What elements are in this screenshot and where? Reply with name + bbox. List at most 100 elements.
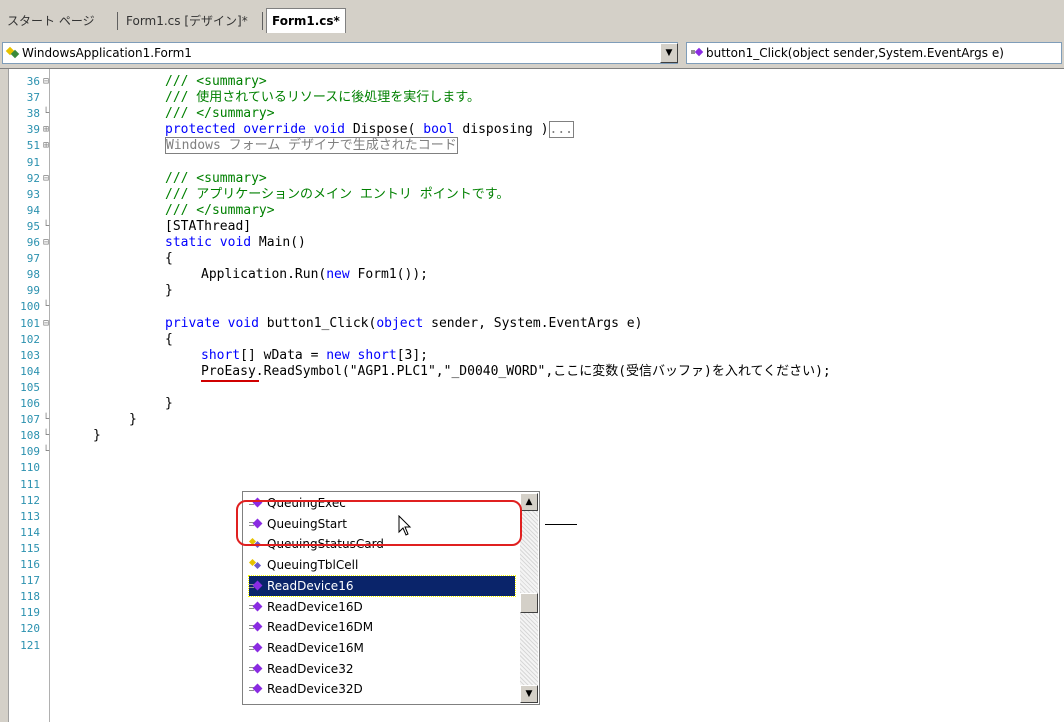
callout-line <box>545 524 577 525</box>
scroll-down-button[interactable]: ▼ <box>520 685 538 703</box>
code-token: } <box>165 396 173 411</box>
code-token: static void <box>165 235 252 250</box>
code-line[interactable]: protected override void Dispose( bool di… <box>165 121 575 139</box>
tab-form1-design[interactable]: Form1.cs [デザイン]* <box>121 10 253 32</box>
intellisense-item-label: ReadDevice32D <box>267 682 363 697</box>
code-line[interactable]: { <box>165 332 173 348</box>
intellisense-item-label: ReadDevice16M <box>267 640 364 655</box>
code-line[interactable]: } <box>93 428 101 444</box>
code-token: /// <summary> <box>165 170 267 186</box>
scroll-up-button[interactable]: ▲ <box>520 493 538 511</box>
outline-end-mark: └ <box>43 446 50 458</box>
outline-end-mark: └ <box>43 414 50 426</box>
intellisense-item[interactable]: ReadDevice16 <box>248 574 516 597</box>
collapse-icon[interactable]: ⊟ <box>43 316 49 332</box>
line-number: 110 <box>20 461 40 475</box>
code-token: /// <summary> <box>165 74 267 89</box>
collapsed-region[interactable]: Windows フォーム デザイナで生成されたコード <box>165 137 458 155</box>
line-number: 95 <box>26 219 40 233</box>
code-token: /// 使用されているリソースに後処理を実行します。 <box>165 90 480 106</box>
code-line[interactable]: } <box>129 412 137 428</box>
code-line[interactable]: Windows フォーム デザイナで生成されたコード <box>165 137 458 155</box>
method-icon <box>249 663 263 674</box>
code-line[interactable]: ProEasy.ReadSymbol("AGP1.PLC1","_D0040_W… <box>201 364 831 380</box>
intellisense-item[interactable]: ReadDevice16M <box>249 638 515 658</box>
intellisense-item[interactable]: QueuingTblCell <box>248 555 515 575</box>
code-token: } <box>165 283 173 299</box>
code-token: /// </summary> <box>165 106 275 122</box>
selection-margin <box>0 69 9 722</box>
expand-icon[interactable]: ⊞ <box>43 138 49 154</box>
collapse-icon[interactable]: ⊟ <box>43 235 49 251</box>
code-token: new short <box>326 347 397 363</box>
code-line[interactable]: /// </summary> <box>165 203 275 219</box>
intellisense-item[interactable]: ReadDevice32 <box>249 659 515 679</box>
code-token: /// アプリケーションのメイン エントリ ポイントです。 <box>165 186 510 202</box>
code-token: Application.Run( <box>201 267 327 283</box>
class-selector-dropdown-button[interactable]: ▼ <box>660 43 678 63</box>
intellisense-item-label: ReadDevice16DM <box>267 620 374 635</box>
code-token: { <box>165 251 173 267</box>
method-icon <box>249 601 263 612</box>
code-line[interactable]: } <box>165 283 173 299</box>
line-number: 104 <box>20 364 40 378</box>
line-number: 109 <box>20 445 40 459</box>
intellisense-item[interactable]: ReadDevice16D <box>249 597 515 617</box>
code-token: [STAThread] <box>165 218 252 234</box>
collapsed-block[interactable]: ... <box>548 121 575 139</box>
code-token: [3]; <box>396 347 428 363</box>
collapse-icon[interactable]: ⊟ <box>43 171 49 187</box>
code-line[interactable]: /// <summary> <box>165 74 267 90</box>
property-icon <box>248 559 263 570</box>
code-line[interactable]: private void button1_Click(object sender… <box>165 316 642 332</box>
line-number: 118 <box>20 590 40 604</box>
code-token: protected override void <box>165 122 346 138</box>
code-line[interactable]: } <box>165 396 173 412</box>
line-number: 107 <box>20 413 40 427</box>
code-token: } <box>129 412 137 428</box>
tab-start-page[interactable]: スタート ページ <box>2 10 100 32</box>
class-selector[interactable]: WindowsApplication1.Form1 <box>2 42 678 64</box>
code-line[interactable]: /// 使用されているリソースに後処理を実行します。 <box>165 90 480 106</box>
line-number: 91 <box>26 155 40 169</box>
intellisense-scrollbar[interactable]: ▲ ▼ <box>520 493 538 703</box>
code-line[interactable]: { <box>165 251 173 267</box>
code-line[interactable]: Application.Run(new Form1()); <box>201 267 428 283</box>
code-line[interactable]: /// <summary> <box>165 171 267 187</box>
code-token: bool <box>423 122 455 138</box>
line-number: 39 <box>26 123 40 137</box>
line-number: 96 <box>26 236 40 249</box>
code-token: sender, System.EventArgs e) <box>423 315 643 331</box>
line-number: 113 <box>20 509 40 523</box>
line-number: 100 <box>20 300 40 314</box>
class-icon <box>5 46 20 59</box>
tab-form1-code[interactable]: Form1.cs* <box>266 8 346 33</box>
line-number: 121 <box>20 638 40 652</box>
tab-separator <box>117 12 118 30</box>
code-line[interactable]: static void Main() <box>165 235 306 251</box>
intellisense-item[interactable]: ReadDevice32D <box>249 679 515 699</box>
code-line[interactable]: /// アプリケーションのメイン エントリ ポイントです。 <box>165 187 509 203</box>
code-token: /// </summary> <box>165 202 275 218</box>
code-line[interactable]: short[] wData = new short[3]; <box>201 348 428 364</box>
line-number: 51 <box>26 139 40 153</box>
code-editor[interactable]: 36 ⊟ 37 38 └ 39 ⊞ 51 ⊞ 91 92 ⊟ 93 94 95 └ 96 ⊟ 97 98 99 100 └ 1… <box>0 69 1064 722</box>
member-selector[interactable]: button1_Click(object sender,System.Event… <box>686 42 1062 64</box>
method-icon <box>249 580 263 591</box>
intellisense-item[interactable]: ReadDevice16DM <box>249 617 515 637</box>
line-number: 38 <box>26 107 40 121</box>
code-line[interactable]: [STAThread] <box>165 219 251 235</box>
code-line[interactable]: /// </summary> <box>165 106 275 122</box>
error-underline <box>201 379 259 382</box>
collapse-icon[interactable]: ⊟ <box>43 74 49 90</box>
scroll-thumb[interactable] <box>520 593 538 613</box>
line-number: 119 <box>20 606 40 620</box>
line-number: 106 <box>20 397 40 410</box>
code-token: [] wData = <box>240 347 327 363</box>
line-number: 101 <box>20 316 40 330</box>
expand-icon[interactable]: ⊞ <box>43 122 49 138</box>
code-token: Form1()); <box>349 267 428 283</box>
mouse-cursor-icon <box>398 514 414 541</box>
ide-window: スタート ページ Form1.cs [デザイン]* Form1.cs* Wind… <box>0 0 1064 722</box>
outline-end-mark: └ <box>43 108 50 120</box>
